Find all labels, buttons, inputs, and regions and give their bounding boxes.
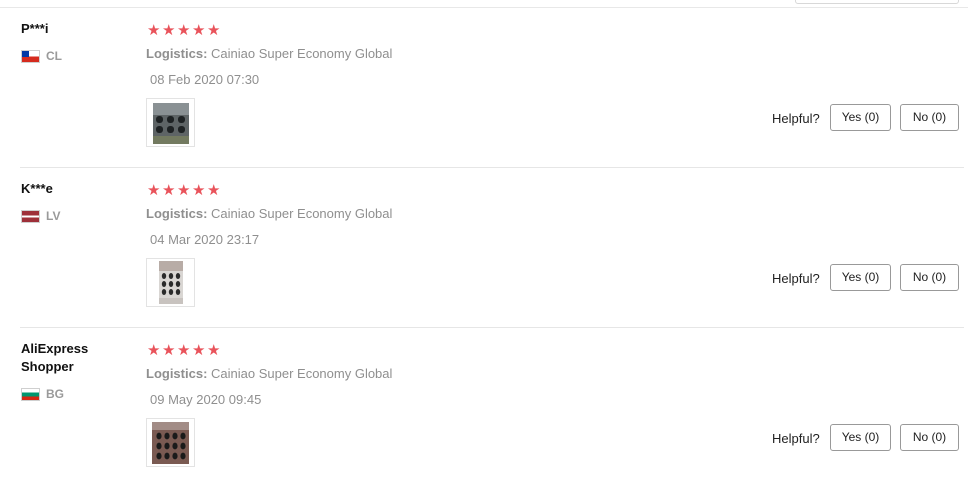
review-photo-thumbnail[interactable]: [146, 258, 195, 307]
review-photo-thumbnail[interactable]: [146, 98, 195, 147]
country-code: CL: [46, 49, 62, 63]
reviewer-name: AliExpress Shopper: [21, 341, 89, 374]
star-icon: ★: [147, 342, 161, 359]
star-icon: ★: [162, 342, 176, 359]
helpful-label: Helpful?: [772, 431, 820, 446]
star-rating: ★ ★ ★ ★ ★: [147, 23, 220, 39]
logistics-info: Logistics: Cainiao Super Economy Global: [146, 366, 392, 381]
star-icon: ★: [162, 182, 176, 199]
logistics-info: Logistics: Cainiao Super Economy Global: [146, 46, 392, 61]
reviewer-country: CL: [21, 48, 62, 64]
star-icon: ★: [207, 342, 221, 359]
logistics-label: Logistics:: [146, 366, 208, 381]
review-date: 08 Feb 2020 07:30: [150, 72, 260, 87]
bulgaria-flag-icon: [21, 387, 40, 401]
helpful-no-button[interactable]: No (0): [900, 424, 959, 451]
star-icon: ★: [207, 182, 221, 199]
logistics-label: Logistics:: [146, 46, 208, 61]
chile-flag-icon: [21, 49, 40, 63]
latvia-flag-icon: [21, 209, 40, 223]
reviewer-name: P***i: [21, 21, 49, 36]
review-item: AliExpress Shopper BG ★ ★ ★ ★ ★ Logistic…: [0, 328, 968, 487]
logistics-label: Logistics:: [146, 206, 208, 221]
star-icon: ★: [162, 22, 176, 39]
review-item: P***i CL ★ ★ ★ ★ ★ Logistics: Cainiao Su…: [0, 8, 968, 168]
star-icon: ★: [177, 22, 191, 39]
star-icon: ★: [177, 342, 191, 359]
star-icon: ★: [192, 182, 206, 199]
star-icon: ★: [192, 342, 206, 359]
reviewer-country: BG: [21, 386, 64, 402]
star-icon: ★: [147, 22, 161, 39]
reviewer-name: K***e: [21, 181, 53, 196]
reviews-page: P***i CL ★ ★ ★ ★ ★ Logistics: Cainiao Su…: [0, 0, 968, 487]
helpful-no-button[interactable]: No (0): [900, 264, 959, 291]
logistics-value: Cainiao Super Economy Global: [211, 366, 393, 381]
helpful-yes-button[interactable]: Yes (0): [830, 264, 891, 291]
country-code: LV: [46, 209, 61, 223]
star-icon: ★: [207, 22, 221, 39]
reviewer-country: LV: [21, 208, 60, 224]
review-date: 04 Mar 2020 23:17: [150, 232, 260, 247]
star-rating: ★ ★ ★ ★ ★: [147, 183, 220, 199]
star-icon: ★: [147, 182, 161, 199]
logistics-value: Cainiao Super Economy Global: [211, 206, 393, 221]
review-item: K***e LV ★ ★ ★ ★ ★ Logistics: Cainiao Su…: [0, 168, 968, 328]
review-photo-thumbnail[interactable]: [146, 418, 195, 467]
review-date: 09 May 2020 09:45: [150, 392, 262, 407]
logistics-info: Logistics: Cainiao Super Economy Global: [146, 206, 392, 221]
country-code: BG: [46, 387, 64, 401]
star-rating: ★ ★ ★ ★ ★: [147, 343, 220, 359]
sort-dropdown[interactable]: [795, 0, 959, 4]
helpful-label: Helpful?: [772, 271, 820, 286]
helpful-yes-button[interactable]: Yes (0): [830, 104, 891, 131]
helpful-no-button[interactable]: No (0): [900, 104, 959, 131]
helpful-label: Helpful?: [772, 111, 820, 126]
star-icon: ★: [192, 22, 206, 39]
review-photo-image: [147, 259, 194, 306]
helpful-yes-button[interactable]: Yes (0): [830, 424, 891, 451]
logistics-value: Cainiao Super Economy Global: [211, 46, 393, 61]
review-photo-image: [147, 419, 194, 466]
star-icon: ★: [177, 182, 191, 199]
review-photo-image: [147, 99, 194, 146]
